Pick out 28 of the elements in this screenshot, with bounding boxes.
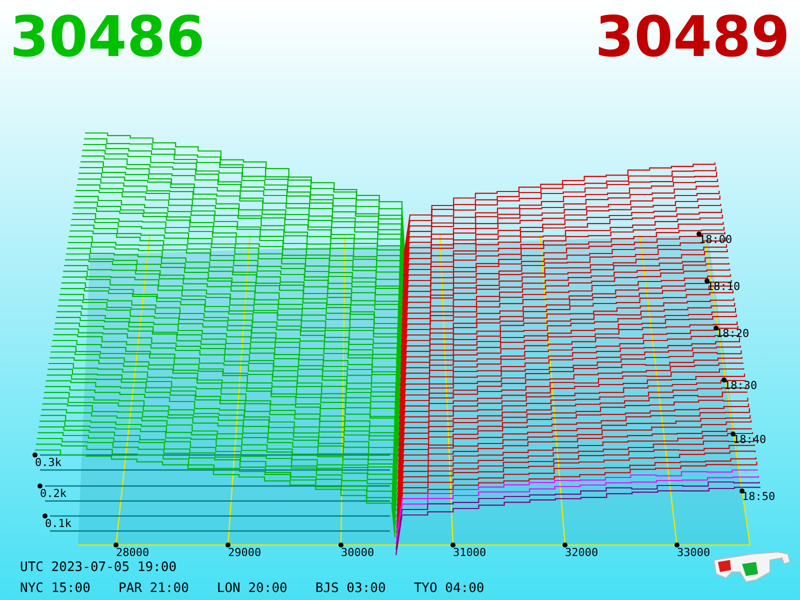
volume-label: 0.1k bbox=[45, 517, 72, 530]
city-clock: NYC 15:00 bbox=[20, 581, 90, 596]
ask-price: 30489 bbox=[595, 4, 790, 72]
tick-marker bbox=[32, 452, 38, 458]
price-label: 32000 bbox=[565, 546, 598, 559]
tick-marker bbox=[740, 488, 744, 494]
tick-marker bbox=[562, 542, 568, 548]
tick-marker bbox=[450, 542, 456, 548]
price-label: 30000 bbox=[341, 546, 374, 559]
tick-marker bbox=[38, 484, 42, 488]
price-label: 28000 bbox=[116, 546, 150, 559]
tick-marker bbox=[226, 542, 230, 548]
tick-marker bbox=[338, 542, 344, 548]
city-clock: BJS 03:00 bbox=[315, 581, 386, 596]
volume-label: 0.2k bbox=[40, 487, 66, 500]
utc-time: UTC 2023-07-05 19:00 bbox=[20, 560, 178, 575]
price-label: 29000 bbox=[228, 546, 262, 559]
tick-marker bbox=[114, 542, 118, 548]
price-label: 31000 bbox=[453, 546, 486, 559]
price-label: 33000 bbox=[677, 546, 710, 559]
city-clock: PAR 21:00 bbox=[118, 581, 189, 596]
city-clock: TYO 04:00 bbox=[414, 581, 484, 596]
bid-price: 30486 bbox=[10, 4, 205, 72]
tick-marker bbox=[42, 514, 48, 518]
tick-marker bbox=[674, 542, 680, 548]
time-label: 18:50 bbox=[742, 490, 776, 503]
city-clock: LON 20:00 bbox=[216, 581, 288, 596]
volume-label: 0.3k bbox=[35, 456, 62, 469]
